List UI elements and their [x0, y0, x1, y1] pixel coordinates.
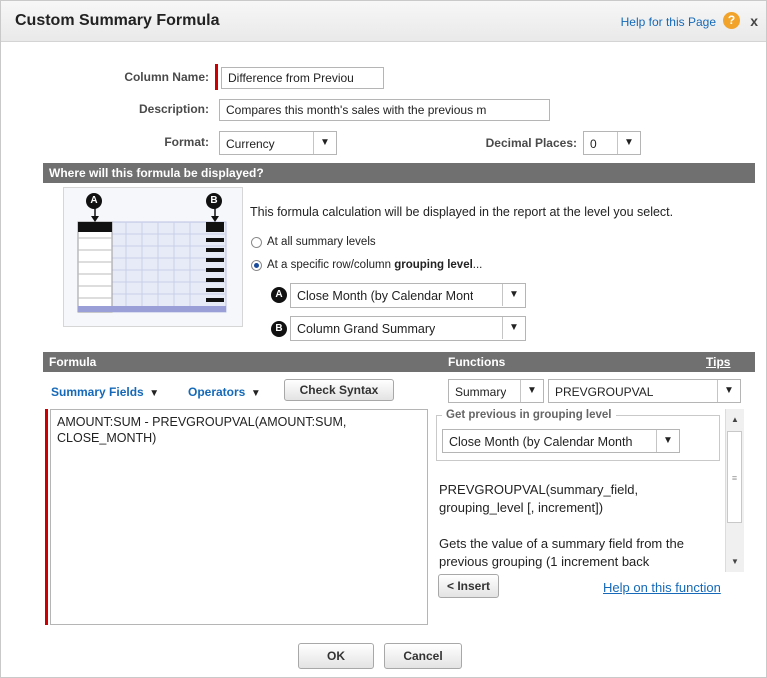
insert-button[interactable]: < Insert: [438, 574, 499, 598]
help-icon[interactable]: ?: [723, 12, 740, 29]
cancel-button[interactable]: Cancel: [384, 643, 462, 669]
required-indicator: [215, 64, 218, 90]
display-section-header: Where will this formula be displayed?: [43, 163, 755, 183]
formula-functions-header: Formula Functions Tips: [43, 352, 755, 372]
badge-a-icon: A: [271, 287, 287, 303]
description-input[interactable]: Compares this month's sales with the pre…: [219, 99, 550, 121]
required-indicator: [45, 409, 48, 625]
scroll-up-icon[interactable]: ▲: [731, 415, 739, 424]
badge-b-icon: B: [271, 321, 287, 337]
operators-label: Operators: [188, 385, 246, 399]
help-for-page-link[interactable]: Help for this Page: [621, 15, 716, 29]
chevron-down-icon: ▼: [520, 380, 543, 402]
description-label: Description:: [138, 102, 209, 116]
function-category-select[interactable]: Summary ▼: [448, 379, 544, 403]
formula-editor[interactable]: AMOUNT:SUM - PREVGROUPVAL(AMOUNT:SUM, CL…: [50, 409, 428, 625]
chevron-down-icon: ▼: [656, 430, 679, 452]
previous-grouping-value: Close Month (by Calendar Month: [449, 435, 633, 449]
column-grouping-value: Column Grand Summary: [297, 322, 436, 336]
format-select[interactable]: Currency ▼: [219, 131, 337, 155]
dialog-title: Custom Summary Formula: [15, 12, 220, 29]
option-specific-text: At a specific row/column: [267, 259, 395, 271]
scrollbar-thumb[interactable]: ≡: [727, 431, 742, 523]
chevron-down-icon: ▼: [313, 132, 336, 154]
option-specific-suffix: ...: [472, 259, 483, 271]
display-intro-text: This formula calculation will be display…: [250, 205, 674, 219]
decimal-places-value: 0: [590, 137, 597, 151]
format-value: Currency: [226, 137, 275, 151]
close-icon[interactable]: x: [750, 13, 758, 29]
radio-all-summary-levels[interactable]: [251, 237, 262, 248]
function-signature: PREVGROUPVAL(summary_field, grouping_lev…: [439, 482, 639, 515]
decimal-places-label: Decimal Places:: [485, 136, 577, 150]
help-scrollbar[interactable]: ▲ ≡ ▼: [725, 409, 744, 572]
row-grouping-value: Close Month (by Calendar Mont: [297, 289, 474, 303]
badge-a-icon: A: [86, 193, 102, 209]
decimal-places-select[interactable]: 0 ▼: [583, 131, 641, 155]
badge-b-icon: B: [206, 193, 222, 209]
chevron-down-icon: ▼: [502, 317, 525, 339]
custom-summary-formula-dialog: Custom Summary Formula Help for this Pag…: [0, 0, 767, 678]
summary-fields-label: Summary Fields: [51, 385, 144, 399]
column-name-input[interactable]: Difference from Previou: [221, 67, 384, 89]
chevron-down-icon: ▼: [617, 132, 640, 154]
function-description: Gets the value of a summary field from t…: [439, 536, 684, 569]
chevron-down-icon: ▼: [143, 388, 160, 399]
operators-menu[interactable]: Operators ▼: [188, 385, 261, 399]
function-help-panel: Get previous in grouping level Close Mon…: [436, 409, 745, 572]
column-grouping-select[interactable]: Column Grand Summary ▼: [290, 316, 526, 341]
column-name-label: Column Name:: [124, 70, 209, 84]
radio-specific-grouping-level[interactable]: [251, 260, 262, 271]
function-value: PREVGROUPVAL: [555, 385, 654, 399]
option-specific-label: At a specific row/column grouping level.…: [267, 259, 482, 271]
summary-fields-menu[interactable]: Summary Fields ▼: [51, 385, 159, 399]
ok-button[interactable]: OK: [298, 643, 374, 669]
option-specific-bold: grouping level: [394, 259, 473, 271]
chevron-down-icon: ▼: [245, 388, 261, 399]
function-select[interactable]: PREVGROUPVAL ▼: [548, 379, 741, 403]
title-bar: Custom Summary Formula Help for this Pag…: [1, 1, 766, 42]
check-syntax-button[interactable]: Check Syntax: [284, 379, 394, 401]
tips-link[interactable]: Tips: [706, 352, 730, 372]
scroll-down-icon[interactable]: ▼: [731, 557, 739, 566]
function-category-value: Summary: [455, 385, 507, 399]
previous-grouping-select[interactable]: Close Month (by Calendar Month ▼: [442, 429, 680, 453]
format-label: Format:: [164, 135, 209, 149]
option-all-label: At all summary levels: [267, 236, 376, 248]
formula-header: Formula: [49, 355, 97, 369]
chevron-down-icon: ▼: [502, 284, 525, 306]
chevron-down-icon: ▼: [717, 380, 740, 402]
grouping-legend: Get previous in grouping level: [442, 409, 616, 421]
row-grouping-select[interactable]: Close Month (by Calendar Mont ▼: [290, 283, 526, 308]
help-on-function-link[interactable]: Help on this function: [603, 580, 721, 595]
functions-header: Functions: [448, 355, 506, 369]
